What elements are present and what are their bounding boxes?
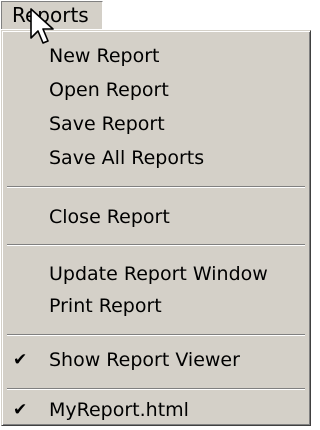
checkmark-icon: ✔	[13, 350, 28, 370]
menu-separator	[7, 334, 305, 336]
menu-item-label: Print Report	[49, 295, 162, 317]
menu-item-open-report[interactable]: Open Report	[5, 73, 307, 107]
reports-dropdown-menu: New Report Open Report Save Report Save …	[1, 30, 311, 426]
menu-separator	[7, 388, 305, 390]
menu-item-label: Close Report	[49, 206, 170, 228]
menu-item-close-report[interactable]: Close Report	[5, 200, 307, 234]
menu-item-label: Show Report Viewer	[49, 349, 240, 371]
menu-item-label: Open Report	[49, 79, 169, 101]
menu-item-label: Save Report	[49, 113, 165, 135]
menu-item-print-report[interactable]: Print Report	[5, 289, 307, 323]
menu-item-label: Save All Reports	[49, 147, 205, 169]
checkmark-icon: ✔	[13, 400, 28, 420]
menu-item-label: MyReport.html	[49, 399, 189, 421]
menu-separator	[7, 244, 305, 246]
menu-item-save-all-reports[interactable]: Save All Reports	[5, 141, 307, 175]
menu-item-update-report-window[interactable]: Update Report Window	[5, 257, 307, 291]
menu-item-show-report-viewer[interactable]: ✔ Show Report Viewer	[5, 343, 307, 377]
mouse-pointer-icon	[30, 8, 54, 44]
menu-item-label: Update Report Window	[49, 263, 268, 285]
menu-separator	[7, 186, 305, 188]
menu-item-save-report[interactable]: Save Report	[5, 107, 307, 141]
menu-item-label: New Report	[49, 45, 160, 67]
menu-item-myreport-html[interactable]: ✔ MyReport.html	[5, 393, 307, 427]
